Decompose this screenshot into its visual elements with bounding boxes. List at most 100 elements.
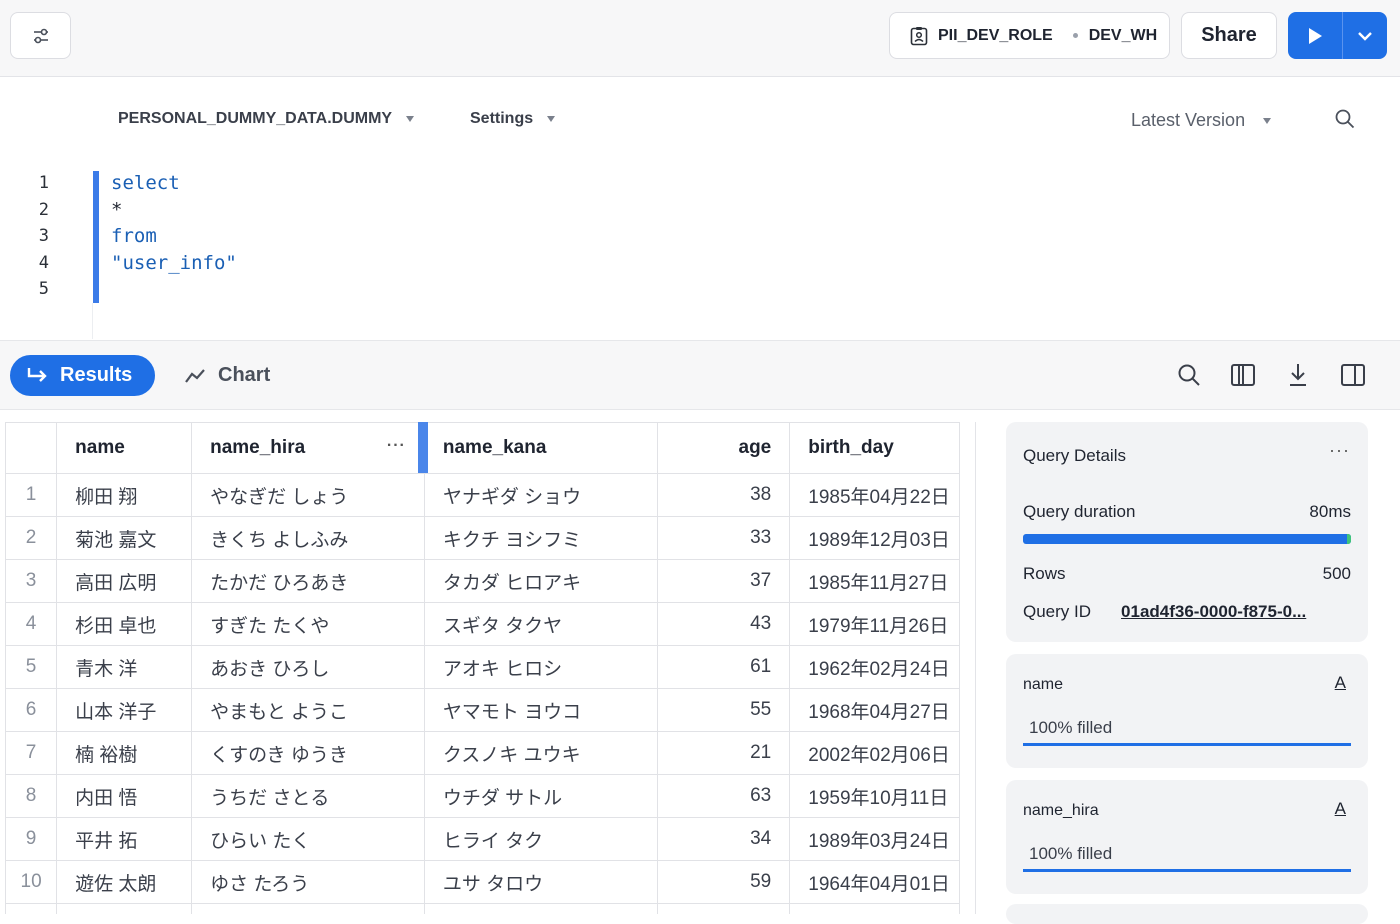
row-index[interactable]: 5 <box>5 645 58 689</box>
more-icon[interactable]: ··· <box>387 437 406 455</box>
results-search-button[interactable] <box>1175 361 1203 389</box>
toggle-side-panel-button[interactable] <box>1339 361 1367 389</box>
row-index[interactable]: 7 <box>5 731 58 775</box>
row-index[interactable]: 3 <box>5 559 58 603</box>
table-row[interactable]: 3 高田 広明 たかだ ひろあき タカダ ヒロアキ 37 1985年11月27日 <box>5 559 960 603</box>
share-button[interactable]: Share <box>1181 12 1277 59</box>
column-stat-card[interactable] <box>1006 904 1368 924</box>
sql-editor[interactable]: select * from "user_info" <box>111 170 237 303</box>
cell-birth-day[interactable]: 1968年04月27日 <box>789 688 960 732</box>
settings-dropdown[interactable]: Settings <box>470 110 556 128</box>
cell-birth-day[interactable]: 1962年02月24日 <box>789 645 960 689</box>
cell-age[interactable]: 38 <box>656 473 791 517</box>
cell-age[interactable]: 33 <box>656 516 791 560</box>
cell-name-kana[interactable]: タカダ ヒロアキ <box>423 559 658 603</box>
cell-name-kana[interactable]: クスノキ ユウキ <box>423 731 658 775</box>
cell-name[interactable]: 高田 広明 <box>56 559 193 603</box>
column-stat-card[interactable]: name_hira A 100% filled <box>1006 780 1368 894</box>
cell-name-hira[interactable]: あおき ひろし <box>191 645 425 689</box>
column-header-name-hira[interactable]: name_hira ··· <box>191 422 425 474</box>
run-button[interactable] <box>1288 12 1343 59</box>
column-header-birth-day[interactable]: birth_day <box>789 422 960 474</box>
cell-age[interactable]: 63 <box>656 774 791 818</box>
row-index[interactable]: 2 <box>5 516 58 560</box>
query-id-link[interactable]: 01ad4f36-0000-f875-0... <box>1121 602 1306 622</box>
cell-name-hira[interactable]: うちだ さとる <box>191 774 425 818</box>
database-selector[interactable]: PERSONAL_DUMMY_DATA.DUMMY <box>118 110 415 128</box>
cell-birth-day[interactable]: 1985年11月27日 <box>789 559 960 603</box>
more-icon[interactable]: ··· <box>1329 440 1350 461</box>
cell-name-kana[interactable]: ユサ タロウ <box>423 860 658 904</box>
cell-name[interactable]: 杉田 卓也 <box>56 602 193 646</box>
cell-name-kana[interactable]: ヒライ タク <box>423 817 658 861</box>
table-row[interactable]: 5 青木 洋あおき ひろし アオキ ヒロシ 61 1962年02月24日 <box>5 645 960 689</box>
row-index[interactable]: 6 <box>5 688 58 732</box>
cell-birth-day[interactable]: 1979年11月26日 <box>789 602 960 646</box>
row-index[interactable]: 10 <box>5 860 58 904</box>
role-warehouse-selector[interactable]: PII_DEV_ROLE DEV_WH <box>889 12 1170 59</box>
cell-name[interactable]: 楠 裕樹 <box>56 731 193 775</box>
cell-name[interactable]: 内田 悟 <box>56 774 193 818</box>
cell-name[interactable]: 柳田 翔 <box>56 473 193 517</box>
column-header-name[interactable]: name <box>56 422 193 474</box>
filter-settings-button[interactable] <box>10 12 71 59</box>
tab-results[interactable]: Results <box>10 355 155 396</box>
version-dropdown[interactable]: Latest Version <box>1131 110 1272 131</box>
cell-name-hira[interactable]: すぎた たくや <box>191 602 425 646</box>
column-resize-handle[interactable] <box>418 422 428 473</box>
cell-age[interactable]: 59 <box>656 860 791 904</box>
table-row[interactable]: 9 平井 拓ひらい たく ヒライ タク 34 1989年03月24日 <box>5 817 960 861</box>
cell-name[interactable]: 遊佐 太朗 <box>56 860 193 904</box>
cell-name-hira[interactable]: やなぎだ しょう <box>191 473 425 517</box>
row-index[interactable]: 9 <box>5 817 58 861</box>
run-options-button[interactable] <box>1343 12 1387 59</box>
cell-birth-day[interactable]: 1989年12月03日 <box>789 516 960 560</box>
column-header-name-kana[interactable]: name_kana <box>423 422 658 474</box>
table-row[interactable]: 8 内田 悟うちだ さとる ウチダ サトル 63 1959年10月11日 <box>5 774 960 818</box>
row-index[interactable]: 8 <box>5 774 58 818</box>
cell-birth-day[interactable]: 2002年02月06日 <box>789 731 960 775</box>
cell-name[interactable]: 山本 洋子 <box>56 688 193 732</box>
cell-age[interactable]: 61 <box>656 645 791 689</box>
cell-name-kana[interactable]: ヤマモト ヨウコ <box>423 688 658 732</box>
cell-age[interactable]: 34 <box>656 817 791 861</box>
cell-name[interactable]: 菊池 嘉文 <box>56 516 193 560</box>
download-button[interactable] <box>1284 361 1312 389</box>
cell-name-kana[interactable]: キクチ ヨシフミ <box>423 516 658 560</box>
cell-age[interactable]: 37 <box>656 559 791 603</box>
table-row[interactable]: 1 柳田 翔やなぎだ しょう ヤナギダ ショウ 38 1985年04月22日 <box>5 473 960 517</box>
cell-name-hira[interactable]: ゆさ たろう <box>191 860 425 904</box>
row-index[interactable]: 4 <box>5 602 58 646</box>
cell-name-hira[interactable]: きくち よしふみ <box>191 516 425 560</box>
table-row[interactable]: 4 杉田 卓也 すぎた たくや スギタ タクヤ 43 1979年11月26日 <box>5 602 960 646</box>
cell-birth-day[interactable]: 1964年04月01日 <box>789 860 960 904</box>
cell-name-kana[interactable]: スギタ タクヤ <box>423 602 658 646</box>
column-header-age[interactable]: age <box>656 422 791 474</box>
cell-birth-day[interactable]: 1959年10月11日 <box>789 774 960 818</box>
table-row[interactable]: 2 菊池 嘉文 きくち よしふみ キクチ ヨシフミ 33 1989年12月03日 <box>5 516 960 560</box>
cell-name-hira[interactable]: ひらい たく <box>191 817 425 861</box>
cell-name-kana[interactable]: ウチダ サトル <box>423 774 658 818</box>
cell-birth-day[interactable]: 1985年04月22日 <box>789 473 960 517</box>
columns-button[interactable] <box>1229 361 1257 389</box>
row-index[interactable]: 1 <box>5 473 58 517</box>
tab-chart[interactable]: Chart <box>184 355 270 396</box>
table-row[interactable]: 6 山本 洋子 やまもと ようこ ヤマモト ヨウコ 55 1968年04月27日 <box>5 688 960 732</box>
cell-name-kana[interactable]: ヤナギダ ショウ <box>423 473 658 517</box>
cell-name-hira[interactable]: やまもと ようこ <box>191 688 425 732</box>
cell-age[interactable]: 43 <box>656 602 791 646</box>
cell-name-hira[interactable]: くすのき ゆうき <box>191 731 425 775</box>
editor-search-button[interactable] <box>1334 108 1356 135</box>
table-row[interactable]: 7楠 裕樹 くすのき ゆうき クスノキ ユウキ 21 2002年02月06日 <box>5 731 960 775</box>
cell-name[interactable]: 青木 洋 <box>56 645 193 689</box>
column-stat-card[interactable]: name A 100% filled <box>1006 654 1368 768</box>
cell-name-kana[interactable]: アオキ ヒロシ <box>423 645 658 689</box>
cell-age[interactable]: 55 <box>656 688 791 732</box>
cell-age[interactable]: 21 <box>656 731 791 775</box>
cell-name[interactable]: 平井 拓 <box>56 817 193 861</box>
panel-divider[interactable] <box>975 422 976 914</box>
cell-name-hira[interactable]: たかだ ひろあき <box>191 559 425 603</box>
results-toolbar: Results Chart <box>0 340 1400 410</box>
cell-birth-day[interactable]: 1989年03月24日 <box>789 817 960 861</box>
table-row[interactable]: 10 遊佐 太朗 ゆさ たろう ユサ タロウ 59 1964年04月01日 <box>5 860 960 904</box>
